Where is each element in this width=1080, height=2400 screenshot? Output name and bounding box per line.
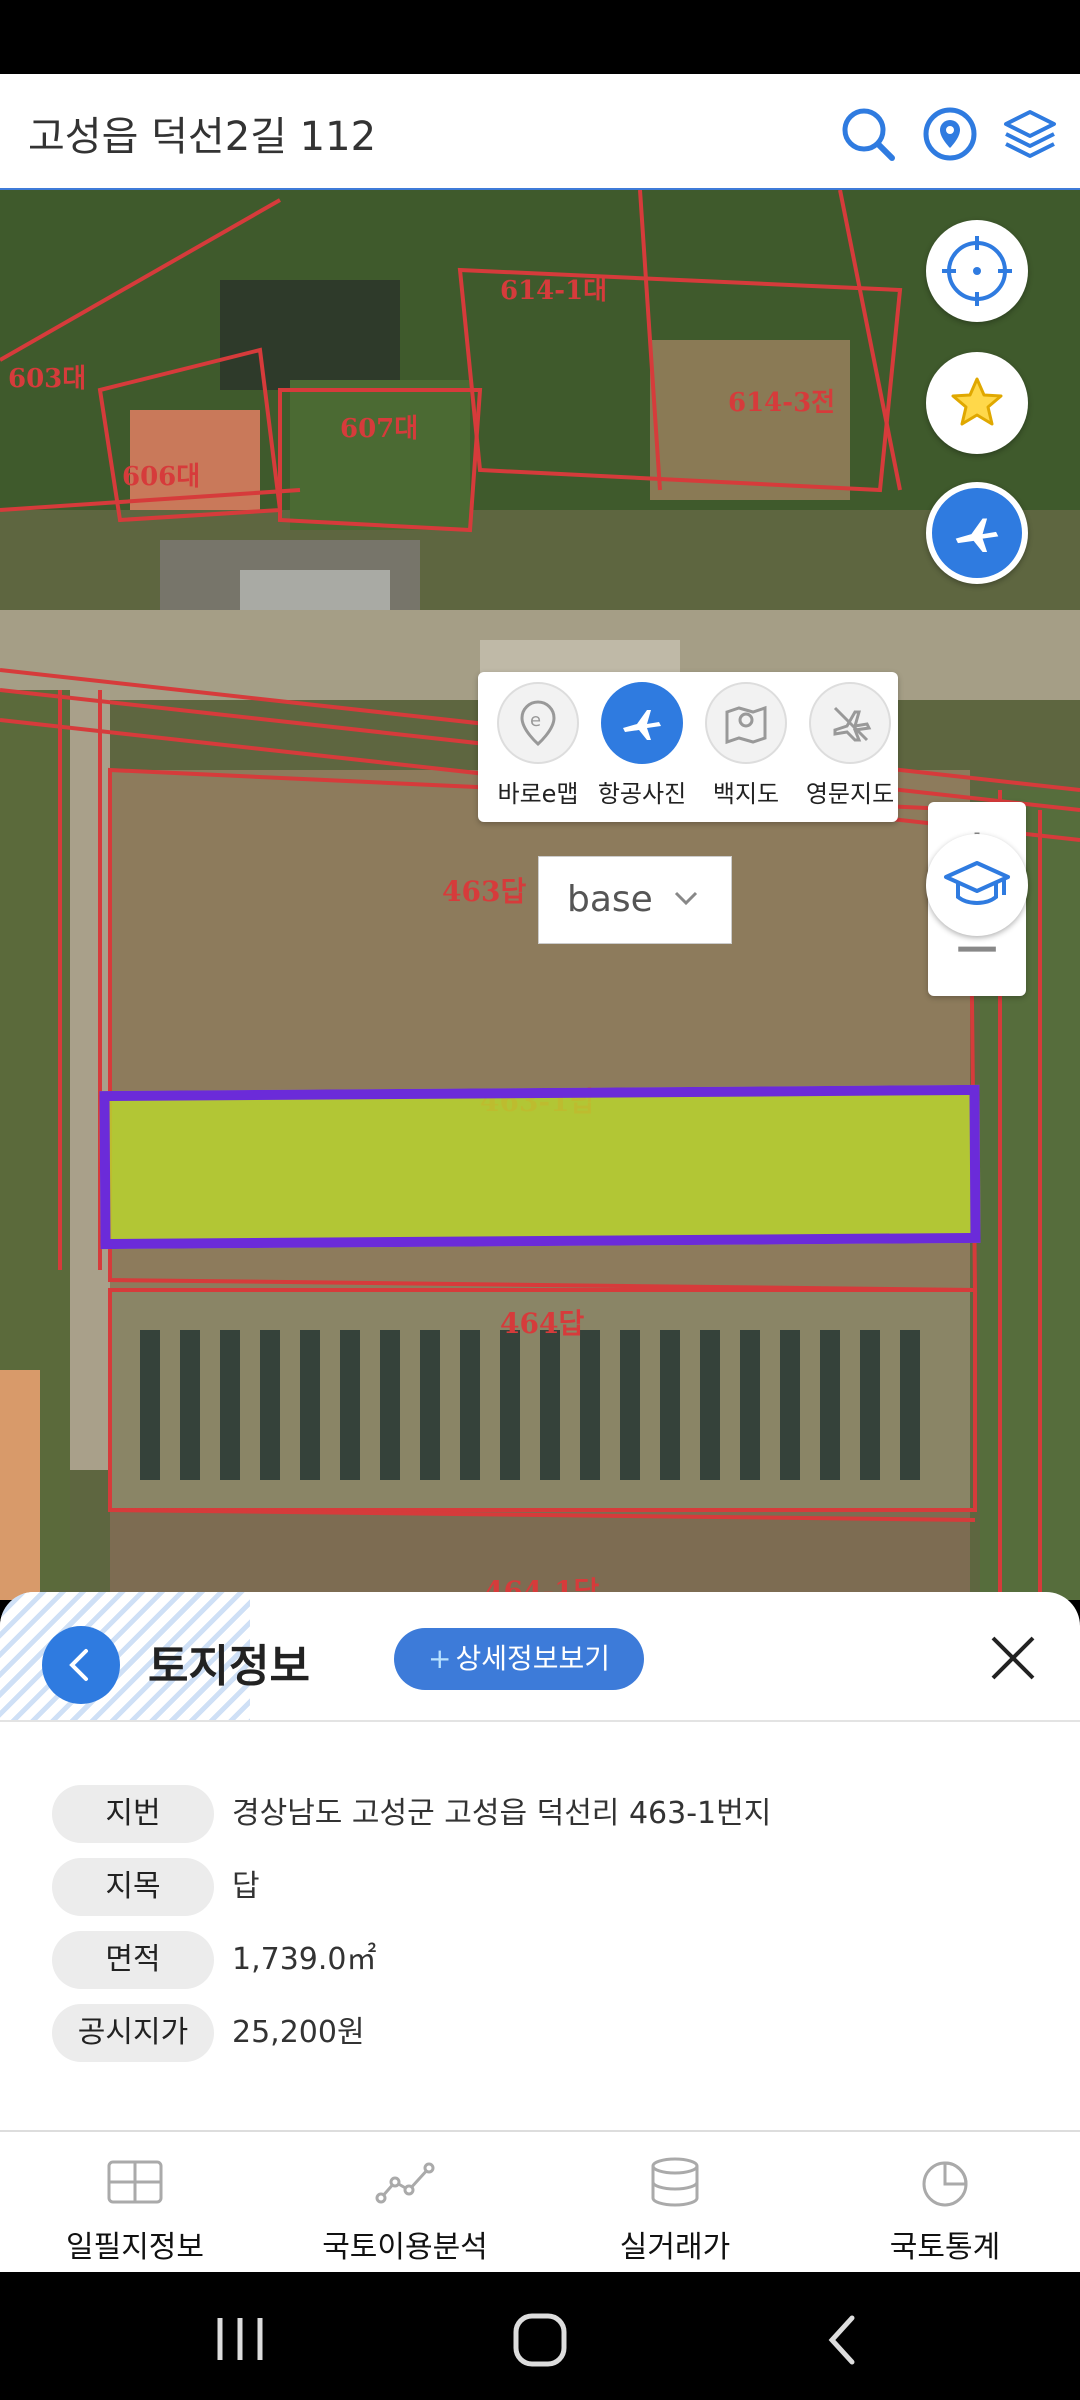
search-icon[interactable] [838, 104, 898, 164]
pie-chart-icon [922, 2161, 968, 2207]
location-pin-icon[interactable] [920, 104, 980, 164]
map-grid-icon [107, 2160, 163, 2204]
close-icon[interactable] [985, 1630, 1041, 1686]
layer-barocemap[interactable]: e 바로e맵 [486, 682, 590, 822]
nav-label: 실거래가 [619, 2230, 731, 2265]
back-button[interactable] [42, 1626, 120, 1704]
nav-land-statistics[interactable]: 국토통계 [810, 2132, 1080, 2274]
view-details-label: 상세정보보기 [455, 1642, 611, 1675]
system-navigation-bar [0, 2272, 1080, 2400]
favorites-button[interactable] [926, 352, 1028, 454]
base-map-select[interactable]: base [538, 856, 732, 944]
info-value: 답 [232, 1869, 260, 1904]
layer-english-map[interactable]: 영문지도 [798, 682, 902, 822]
map-marker-icon [705, 682, 787, 764]
map-layer-panel: e 바로e맵 항공사진 백지도 영문지도 [478, 672, 898, 822]
chevron-down-icon [674, 891, 698, 906]
aerial-map[interactable]: 614-1대 614-3전 603대 607대 606대 463답 463-1답… [0, 190, 1080, 1600]
address-title[interactable]: 고성읍 덕선2길 112 [28, 104, 376, 162]
airplane-icon [601, 682, 683, 764]
parcel-label: 614-3전 [728, 388, 836, 418]
aerial-layer-button[interactable] [926, 482, 1028, 584]
parcel-label: 614-1대 [500, 276, 608, 306]
recent-apps-icon[interactable] [210, 2316, 270, 2362]
nav-parcel-info[interactable]: 일필지정보 [0, 2132, 270, 2274]
app-screen: 고성읍 덕선2길 112 614-1대 614-3전 603대 607대 606… [0, 0, 1080, 2400]
current-location-button[interactable] [926, 220, 1028, 322]
parcel-label: 606대 [122, 462, 201, 492]
graduation-cap-icon [944, 861, 1010, 905]
layers-icon[interactable] [1000, 104, 1060, 164]
database-icon [651, 2157, 699, 2207]
nav-land-use-analysis[interactable]: 국토이용분석 [270, 2132, 540, 2274]
bottom-navigation: 일필지정보 국토이용분석 실거래가 국토통계 [0, 2130, 1080, 2272]
land-info-sheet: 토지정보 + 상세정보보기 지번 경상남도 고성군 고성읍 덕선리 463-1번지… [0, 1592, 1080, 2130]
layer-aerial-photo[interactable]: 항공사진 [590, 682, 694, 822]
svg-text:e: e [530, 710, 541, 731]
top-header: 고성읍 덕선2길 112 [0, 74, 1080, 190]
nav-label: 국토이용분석 [322, 2230, 488, 2265]
airplane-icon [955, 518, 999, 553]
crosshair-icon [942, 236, 1012, 306]
nav-label: 일필지정보 [66, 2230, 204, 2265]
chevron-left-icon [69, 1649, 88, 1681]
info-value: 경상남도 고성군 고성읍 덕선리 463-1번지 [232, 1796, 772, 1831]
star-icon [951, 377, 1003, 426]
parcel-label: 607대 [340, 414, 419, 444]
line-chart-icon [375, 2162, 435, 2204]
info-key: 면적 [52, 1931, 214, 1989]
info-key: 지목 [52, 1858, 214, 1916]
home-icon[interactable] [512, 2312, 568, 2368]
sheet-divider [0, 1720, 1080, 1722]
parcel-label: 603대 [8, 364, 87, 394]
nav-label: 국토통계 [889, 2230, 1001, 2265]
selected-parcel[interactable] [99, 1084, 981, 1250]
layer-blank-map[interactable]: 백지도 [694, 682, 798, 822]
info-value: 1,739.0㎡ [232, 1942, 377, 1977]
parcel-label: 464답 [500, 1307, 585, 1340]
status-bar [0, 0, 1080, 74]
base-select-value: base [567, 879, 653, 920]
education-button[interactable] [926, 834, 1028, 936]
back-icon[interactable] [822, 2312, 862, 2368]
sheet-title: 토지정보 [148, 1641, 310, 1692]
map-pin-e-icon: e [497, 682, 579, 764]
info-value: 25,200원 [232, 2015, 365, 2050]
parcel-label: 463답 [442, 875, 527, 908]
plus-icon: + [427, 1642, 452, 1675]
nav-real-transaction-price[interactable]: 실거래가 [540, 2132, 810, 2274]
info-key: 지번 [52, 1785, 214, 1843]
info-key: 공시지가 [52, 2004, 214, 2062]
view-details-button[interactable]: + 상세정보보기 [394, 1628, 644, 1690]
airplane-off-icon [809, 682, 891, 764]
